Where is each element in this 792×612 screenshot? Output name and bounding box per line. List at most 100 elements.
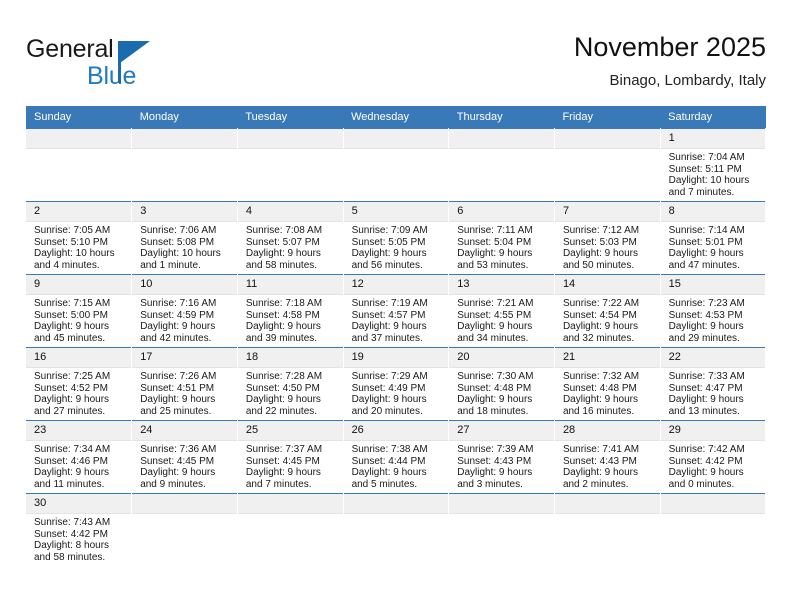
weekday-header-tuesday: Tuesday [237,106,344,129]
calendar-day-cell-empty [131,128,238,202]
daylight-text-line1: Daylight: 9 hours [668,321,744,333]
calendar-day-cell[interactable]: 15 Sunrise: 7:23 AM Sunset: 4:53 PM Dayligh… [660,274,767,348]
sunrise-text: Sunrise: 7:22 AM [562,298,640,309]
sunrise-text: Sunrise: 7:42 AM [668,444,745,455]
day-sun-info: Sunrise: 7:42 AM Sunset: 4:42 PM Daylight:… [661,441,765,490]
sunrise-text: Sunrise: 7:26 AM [140,371,217,382]
calendar-day-cell[interactable]: 25 Sunrise: 7:37 AM Sunset: 4:45 PM Dayligh… [237,420,344,494]
calendar-day-cell[interactable]: 21 Sunrise: 7:32 AM Sunset: 4:48 PM Dayligh… [554,347,661,421]
day-number: 15 [660,275,765,295]
daylight-text-line2: and 11 minutes. [34,478,105,490]
day-sun-info: Sunrise: 7:21 AM Sunset: 4:55 PM Daylight:… [449,295,553,344]
calendar-day-cell[interactable]: 6 Sunrise: 7:11 AM Sunset: 5:04 PM Daylight… [448,201,555,275]
calendar-day-cell-empty [343,128,450,202]
daylight-text-line1: Daylight: 9 hours [140,394,216,406]
day-sun-info: Sunrise: 7:34 AM Sunset: 4:46 PM Daylight:… [26,441,131,490]
day-sun-info: Sunrise: 7:09 AM Sunset: 5:05 PM Daylight:… [344,222,448,271]
page-title: November 2025 [573,32,766,62]
calendar-day-cell[interactable]: 8 Sunrise: 7:14 AM Sunset: 5:01 PM Daylight… [660,201,767,275]
sunrise-text: Sunrise: 7:30 AM [457,371,534,382]
calendar-day-cell[interactable]: 27 Sunrise: 7:39 AM Sunset: 4:43 PM Dayligh… [448,420,555,494]
day-sun-info: Sunrise: 7:22 AM Sunset: 4:54 PM Daylight:… [555,295,659,344]
calendar-day-cell[interactable]: 10 Sunrise: 7:16 AM Sunset: 4:59 PM Dayligh… [131,274,238,348]
sunset-text: Sunset: 4:49 PM [351,382,426,394]
daylight-text-line1: Daylight: 9 hours [351,248,427,260]
calendar-day-cell[interactable]: 19 Sunrise: 7:29 AM Sunset: 4:49 PM Dayligh… [343,347,450,421]
calendar-day-cell-empty [237,493,344,566]
calendar-day-cell[interactable]: 12 Sunrise: 7:19 AM Sunset: 4:57 PM Dayligh… [343,274,450,348]
daylight-text-line2: and 7 minutes. [245,478,312,490]
day-sun-info: Sunrise: 7:32 AM Sunset: 4:48 PM Daylight:… [555,368,659,417]
calendar-day-cell[interactable]: 7 Sunrise: 7:12 AM Sunset: 5:03 PM Daylight… [554,201,661,275]
calendar-day-cell-empty [448,493,555,566]
sunrise-text: Sunrise: 7:23 AM [668,298,745,309]
daylight-text-line2: and 25 minutes. [140,405,212,417]
day-sun-info: Sunrise: 7:23 AM Sunset: 4:53 PM Daylight:… [661,295,765,344]
sunrise-text: Sunrise: 7:36 AM [140,444,217,455]
calendar-day-cell[interactable]: 20 Sunrise: 7:30 AM Sunset: 4:48 PM Dayligh… [448,347,555,421]
daylight-text-line2: and 16 minutes. [562,405,635,417]
calendar-day-cell[interactable]: 29 Sunrise: 7:42 AM Sunset: 4:42 PM Dayligh… [660,420,767,494]
day-number [237,494,343,514]
day-sun-info: Sunrise: 7:14 AM Sunset: 5:01 PM Daylight:… [661,222,765,271]
day-number [449,494,554,514]
calendar-day-cell[interactable]: 4 Sunrise: 7:08 AM Sunset: 5:07 PM Daylight… [237,201,344,275]
sunset-text: Sunset: 4:50 PM [245,382,320,394]
day-sun-info: Sunrise: 7:33 AM Sunset: 4:47 PM Daylight:… [661,368,765,417]
daylight-text-line1: Daylight: 9 hours [245,248,321,260]
calendar-day-cell[interactable]: 2 Sunrise: 7:05 AM Sunset: 5:10 PM Daylight… [26,201,133,275]
sunrise-text: Sunrise: 7:08 AM [245,225,323,236]
calendar-day-cell[interactable]: 3 Sunrise: 7:06 AM Sunset: 5:08 PM Daylight… [131,201,238,275]
weekday-header-saturday: Saturday [660,106,766,129]
daylight-text-line1: Daylight: 9 hours [562,321,638,333]
sunset-text: Sunset: 4:52 PM [34,382,108,394]
day-number: 6 [449,202,554,222]
day-number: 3 [132,202,237,222]
daylight-text-line2: and 13 minutes. [668,405,740,417]
sunset-text: Sunset: 5:07 PM [245,236,320,248]
day-number: 17 [132,348,237,368]
calendar-day-cell[interactable]: 17 Sunrise: 7:26 AM Sunset: 4:51 PM Dayligh… [131,347,238,421]
day-number: 22 [660,348,765,368]
calendar-day-cell[interactable]: 26 Sunrise: 7:38 AM Sunset: 4:44 PM Dayligh… [343,420,450,494]
daylight-text-line1: Daylight: 9 hours [245,467,321,479]
calendar-day-cell[interactable]: 30 Sunrise: 7:43 AM Sunset: 4:42 PM Dayligh… [26,493,133,566]
calendar-day-cell[interactable]: 24 Sunrise: 7:36 AM Sunset: 4:45 PM Dayligh… [131,420,238,494]
sunrise-text: Sunrise: 7:19 AM [351,298,428,309]
day-number: 25 [237,421,343,441]
day-number [554,129,660,149]
sunrise-text: Sunrise: 7:11 AM [457,225,533,236]
calendar-week-row: 9 Sunrise: 7:15 AM Sunset: 5:00 PM Daylight… [26,274,767,348]
sunrise-text: Sunrise: 7:38 AM [351,444,428,455]
calendar-day-cell-empty [554,128,661,202]
calendar-day-cell[interactable]: 18 Sunrise: 7:28 AM Sunset: 4:50 PM Dayligh… [237,347,344,421]
daylight-text-line1: Daylight: 9 hours [562,248,638,260]
calendar-day-cell[interactable]: 28 Sunrise: 7:41 AM Sunset: 4:43 PM Dayligh… [554,420,661,494]
day-sun-info: Sunrise: 7:43 AM Sunset: 4:42 PM Daylight:… [26,514,131,563]
daylight-text-line1: Daylight: 9 hours [245,321,321,333]
day-number [132,129,237,149]
sunset-text: Sunset: 4:46 PM [34,455,108,467]
page-subtitle: Binago, Lombardy, Italy [609,72,766,89]
weekday-header-monday: Monday [131,106,238,129]
calendar-day-cell[interactable]: 22 Sunrise: 7:33 AM Sunset: 4:47 PM Dayligh… [660,347,767,421]
day-number: 26 [343,421,448,441]
calendar-day-cell[interactable]: 11 Sunrise: 7:18 AM Sunset: 4:58 PM Dayligh… [237,274,344,348]
calendar-day-cell[interactable]: 5 Sunrise: 7:09 AM Sunset: 5:05 PM Daylight… [343,201,450,275]
day-number [237,129,343,149]
calendar-day-cell[interactable]: 1 Sunrise: 7:04 AM Sunset: 5:11 PM Daylight… [660,128,767,202]
page-header: General Blue November 2025 Binago, Lomba… [26,30,766,102]
day-number: 18 [237,348,343,368]
calendar-day-cell[interactable]: 23 Sunrise: 7:34 AM Sunset: 4:46 PM Dayligh… [26,420,133,494]
daylight-text-line1: Daylight: 9 hours [668,467,744,479]
calendar-day-cell[interactable]: 13 Sunrise: 7:21 AM Sunset: 4:55 PM Dayligh… [448,274,555,348]
calendar-day-cell[interactable]: 9 Sunrise: 7:15 AM Sunset: 5:00 PM Daylight… [26,274,133,348]
day-number: 9 [26,275,131,295]
calendar-day-cell[interactable]: 16 Sunrise: 7:25 AM Sunset: 4:52 PM Dayligh… [26,347,133,421]
day-number: 29 [660,421,765,441]
sunset-text: Sunset: 4:55 PM [457,309,532,321]
daylight-text-line1: Daylight: 9 hours [351,394,427,406]
day-number [449,129,554,149]
calendar-day-cell[interactable]: 14 Sunrise: 7:22 AM Sunset: 4:54 PM Dayligh… [554,274,661,348]
sunrise-text: Sunrise: 7:21 AM [457,298,534,309]
